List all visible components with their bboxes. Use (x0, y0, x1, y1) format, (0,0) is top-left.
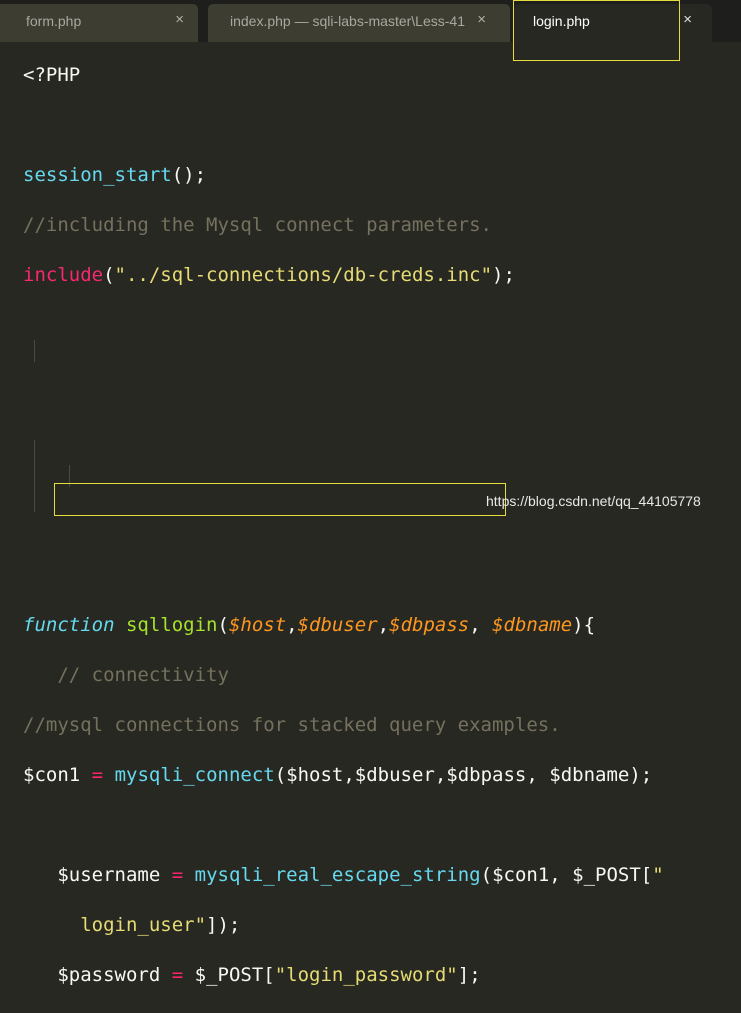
code-line: $username = mysqli_real_escape_string($c… (23, 863, 664, 888)
punctuation: ( (103, 264, 115, 286)
param: $dbuser (297, 614, 378, 636)
string: "login_password" (274, 964, 458, 986)
punctuation: ]; (457, 964, 481, 986)
operator: = (91, 764, 104, 786)
close-icon[interactable]: × (175, 11, 184, 28)
tab-index-php[interactable]: index.php — sqli-labs-master\Less-41 × (208, 4, 510, 42)
string: "../sql-connections/db-creds.inc" (114, 264, 493, 286)
code-line: //mysql connections for stacked query ex… (23, 713, 664, 738)
keyword-include: include (23, 264, 104, 286)
string: login_user" (80, 914, 207, 936)
code-line: //including the Mysql connect parameters… (23, 213, 664, 238)
variable: $password (57, 964, 161, 986)
close-icon[interactable]: × (683, 11, 692, 28)
punctuation: ( (217, 614, 229, 636)
arguments: ($con1, $_POST[ (480, 864, 653, 886)
code-line: login_user"]); (23, 913, 664, 938)
code-line: session_start(); (23, 163, 664, 188)
keyword-function: function (23, 614, 115, 636)
punctuation: (); (171, 164, 207, 186)
punctuation: ){ (572, 614, 596, 636)
string: " (652, 864, 664, 886)
variable: $username (57, 864, 161, 886)
tab-form-php[interactable]: form.php × (0, 4, 198, 42)
operator: = (171, 964, 184, 986)
code-editor[interactable]: <?PHP session_start(); //including the M… (23, 38, 664, 1013)
param: $host (228, 614, 287, 636)
tab-label: index.php — sqli-labs-master\Less-41 (230, 13, 465, 29)
operator: = (171, 864, 184, 886)
php-open-tag: <?PHP (23, 64, 81, 86)
function-name: sqllogin (125, 614, 218, 636)
function-call: mysqli_real_escape_string (194, 864, 481, 886)
code-highlight-box (54, 483, 506, 516)
code-line: // connectivity (23, 663, 664, 688)
function-call: mysqli_connect (114, 764, 275, 786)
arguments: ($host,$dbuser,$dbpass, $dbname); (274, 764, 653, 786)
watermark: https://blog.csdn.net/qq_44105778 (486, 493, 701, 509)
comment: //including the Mysql connect parameters… (23, 214, 492, 236)
code-line: <?PHP (23, 63, 664, 88)
function-call: session_start (23, 164, 172, 186)
comment: // connectivity (57, 664, 229, 686)
close-icon[interactable]: × (477, 11, 486, 28)
code-line: $password = $_POST["login_password"]; (23, 963, 664, 988)
punctuation: ]); (206, 914, 241, 936)
post-array: $_POST[ (194, 964, 275, 986)
code-line: $con1 = mysqli_connect($host,$dbuser,$db… (23, 763, 664, 788)
code-line: function sqllogin($host,$dbuser,$dbpass,… (23, 614, 596, 636)
comment: //mysql connections for stacked query ex… (23, 714, 561, 736)
tab-label: form.php (26, 13, 82, 29)
punctuation: ); (492, 264, 515, 286)
variable: $con1 (23, 764, 81, 786)
param: $dbname (492, 614, 573, 636)
code-line: include("../sql-connections/db-creds.inc… (23, 263, 664, 288)
param: $dbpass (389, 614, 470, 636)
